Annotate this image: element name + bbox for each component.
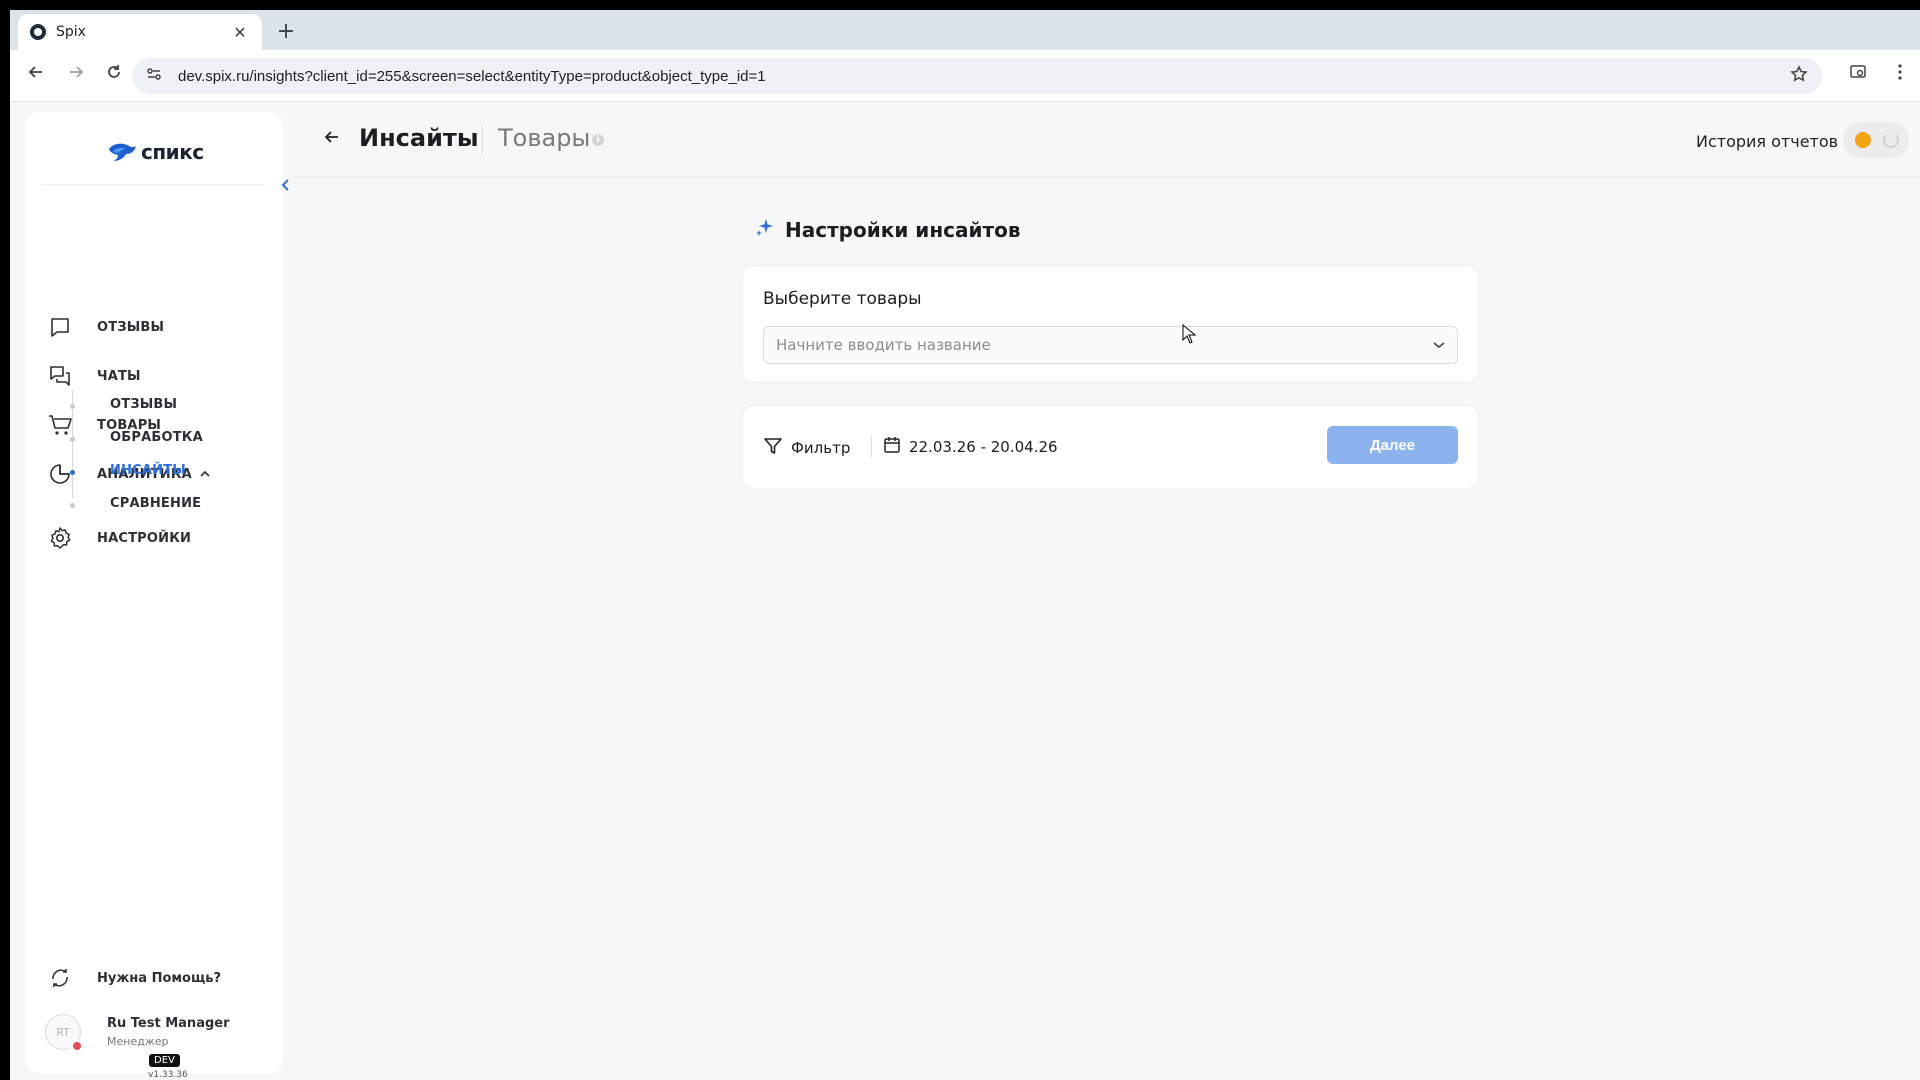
- chevron-up-icon[interactable]: [200, 468, 210, 481]
- date-range-label: 22.03.26 - 20.04.26: [909, 438, 1058, 456]
- select-placeholder: Начните вводить название: [776, 336, 991, 354]
- info-icon[interactable]: i: [592, 134, 604, 146]
- refresh-chat-icon: [47, 965, 73, 991]
- sidebar: спикс ОТЗЫВЫ ЧАТЫ ТОВАРЫ АНАЛИТИКА ОТЗЫВ…: [25, 112, 289, 1080]
- submenu-item-reviews[interactable]: ОТЗЫВЫ: [110, 397, 177, 412]
- product-select-card: Выберите товары Начните вводить название: [742, 265, 1479, 383]
- shopping-cart-icon: [47, 412, 73, 438]
- logo-bird-icon: [107, 141, 137, 163]
- logo-divider: [43, 184, 265, 185]
- brand-logo[interactable]: спикс: [107, 140, 204, 164]
- select-label: Выберите товары: [763, 289, 922, 309]
- user-name: Ru Test Manager: [107, 1016, 230, 1031]
- sparkle-icon: [755, 218, 775, 242]
- gear-icon: [47, 525, 73, 551]
- chevron-down-icon: [1433, 338, 1445, 352]
- sidebar-item-chats[interactable]: ЧАТЫ: [47, 361, 141, 391]
- close-icon[interactable]: ✕: [230, 23, 250, 42]
- filter-card: Фильтр 22.03.26 - 20.04.26 Далее: [742, 405, 1479, 489]
- chats-icon: [47, 363, 73, 389]
- sidebar-item-label: ОТЗЫВЫ: [97, 319, 165, 335]
- avatar-initials: RT: [56, 1025, 70, 1039]
- submenu-dot: [70, 503, 75, 508]
- page-header: Инсайты Товары i История отчетов: [293, 102, 1920, 177]
- submenu-dot-active: [70, 470, 75, 475]
- site-settings-icon[interactable]: [146, 66, 166, 86]
- kebab-menu-icon[interactable]: [1886, 62, 1914, 90]
- new-tab-button[interactable]: +: [272, 18, 300, 46]
- title-divider: [482, 126, 483, 154]
- main-content: Инсайты Товары i История отчетов Настрой…: [293, 102, 1920, 1080]
- tab-search-icon[interactable]: [1844, 62, 1872, 90]
- alert-badge: [71, 1040, 83, 1052]
- filter-label: Фильтр: [791, 439, 851, 457]
- next-button[interactable]: Далее: [1327, 426, 1458, 464]
- submenu-item-processing[interactable]: ОБРАБОТКА: [110, 430, 203, 445]
- sidebar-item-settings[interactable]: НАСТРОЙКИ: [47, 523, 191, 553]
- product-search-select[interactable]: Начните вводить название: [763, 326, 1458, 364]
- submenu-item-comparison[interactable]: СРАВНЕНИЕ: [110, 496, 201, 511]
- address-bar[interactable]: dev.spix.ru/insights?client_id=255&scree…: [132, 58, 1822, 94]
- browser-window: Spix ✕ + dev.spix.ru/insights?client_id=…: [10, 10, 1920, 1080]
- user-profile[interactable]: RT Ru Test Manager Менеджер: [45, 1014, 230, 1052]
- sidebar-item-reviews[interactable]: ОТЗЫВЫ: [47, 312, 164, 342]
- favicon-icon: [30, 24, 46, 40]
- sidebar-item-label: ЧАТЫ: [97, 368, 141, 384]
- bookmark-star-icon[interactable]: [1790, 64, 1808, 88]
- tab-strip: Spix ✕ +: [10, 10, 1920, 50]
- calendar-icon: [883, 436, 901, 458]
- filter-divider: [871, 436, 872, 458]
- browser-tab[interactable]: Spix ✕: [18, 14, 262, 50]
- page-subtitle: Товары: [498, 124, 591, 152]
- date-range-picker[interactable]: 22.03.26 - 20.04.26: [883, 436, 1058, 458]
- help-label: Нужна Помощь?: [97, 970, 222, 986]
- status-toggle[interactable]: [1843, 122, 1909, 158]
- forward-icon[interactable]: [62, 62, 90, 90]
- message-square-icon: [47, 314, 73, 340]
- env-badge: DEV: [149, 1054, 180, 1067]
- help-link[interactable]: Нужна Помощь?: [47, 965, 221, 991]
- collapse-sidebar-icon[interactable]: [281, 178, 291, 196]
- avatar: RT: [45, 1014, 83, 1052]
- user-role: Менеджер: [107, 1035, 169, 1048]
- filter-icon: [763, 436, 783, 460]
- submenu-dot: [70, 437, 75, 442]
- sidebar-item-label: НАСТРОЙКИ: [97, 530, 192, 546]
- reload-icon[interactable]: [100, 62, 128, 90]
- section-title-text: Настройки инсайтов: [785, 218, 1021, 242]
- app-version: v1.33.36: [148, 1070, 188, 1080]
- tab-title: Spix: [56, 24, 86, 40]
- mouse-cursor-icon: [1182, 323, 1197, 348]
- submenu-item-insights[interactable]: ИНСАЙТЫ: [110, 463, 186, 478]
- url-text[interactable]: dev.spix.ru/insights?client_id=255&scree…: [178, 68, 1790, 85]
- back-arrow-icon[interactable]: [323, 128, 341, 151]
- back-icon[interactable]: [22, 62, 50, 90]
- loading-spinner-icon: [1883, 132, 1899, 148]
- section-title: Настройки инсайтов: [755, 218, 1021, 242]
- logo-text: спикс: [141, 140, 204, 164]
- filter-button[interactable]: Фильтр: [763, 436, 850, 460]
- page-title: Инсайты: [359, 124, 479, 152]
- browser-toolbar: dev.spix.ru/insights?client_id=255&scree…: [10, 50, 1920, 102]
- pie-chart-icon: [47, 461, 73, 487]
- status-dot-icon: [1855, 132, 1871, 148]
- submenu-dot: [70, 404, 75, 409]
- reports-history-link[interactable]: История отчетов: [1696, 132, 1838, 151]
